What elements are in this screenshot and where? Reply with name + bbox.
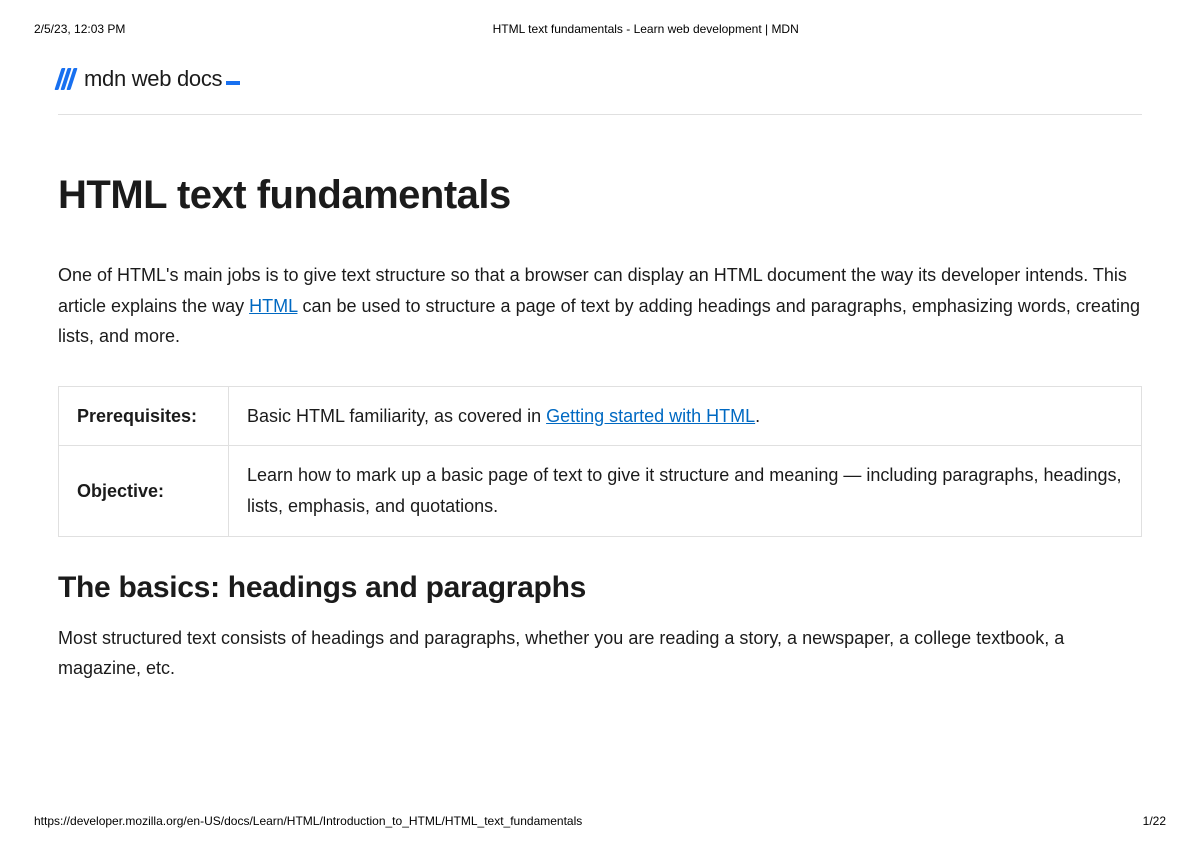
print-timestamp: 2/5/23, 12:03 PM [34, 22, 125, 36]
mdn-logo-icon [58, 68, 74, 90]
meta-table: Prerequisites: Basic HTML familiarity, a… [58, 386, 1142, 537]
print-footer: https://developer.mozilla.org/en-US/docs… [34, 814, 1166, 828]
logo-text: mdn web docs [84, 66, 222, 92]
table-row: Prerequisites: Basic HTML familiarity, a… [59, 386, 1142, 446]
print-url: https://developer.mozilla.org/en-US/docs… [34, 814, 582, 828]
getting-started-link[interactable]: Getting started with HTML [546, 406, 755, 426]
intro-paragraph: One of HTML's main jobs is to give text … [58, 260, 1142, 352]
prereq-text-before: Basic HTML familiarity, as covered in [247, 406, 546, 426]
prereq-text-after: . [755, 406, 760, 426]
prerequisites-value: Basic HTML familiarity, as covered in Ge… [229, 386, 1142, 446]
page-title: HTML text fundamentals [58, 173, 1142, 218]
objective-label: Objective: [59, 446, 229, 536]
table-row: Objective: Learn how to mark up a basic … [59, 446, 1142, 536]
print-header: 2/5/23, 12:03 PM HTML text fundamentals … [0, 0, 1200, 36]
section-body: Most structured text consists of heading… [58, 623, 1142, 684]
prerequisites-label: Prerequisites: [59, 386, 229, 446]
site-logo[interactable]: mdn web docs [58, 66, 1142, 115]
logo-underscore-icon [226, 81, 240, 85]
print-page-number: 1/22 [1143, 814, 1166, 828]
print-doc-title: HTML text fundamentals - Learn web devel… [493, 22, 799, 36]
objective-value: Learn how to mark up a basic page of tex… [229, 446, 1142, 536]
html-link[interactable]: HTML [249, 296, 297, 316]
section-heading: The basics: headings and paragraphs [58, 571, 1142, 605]
